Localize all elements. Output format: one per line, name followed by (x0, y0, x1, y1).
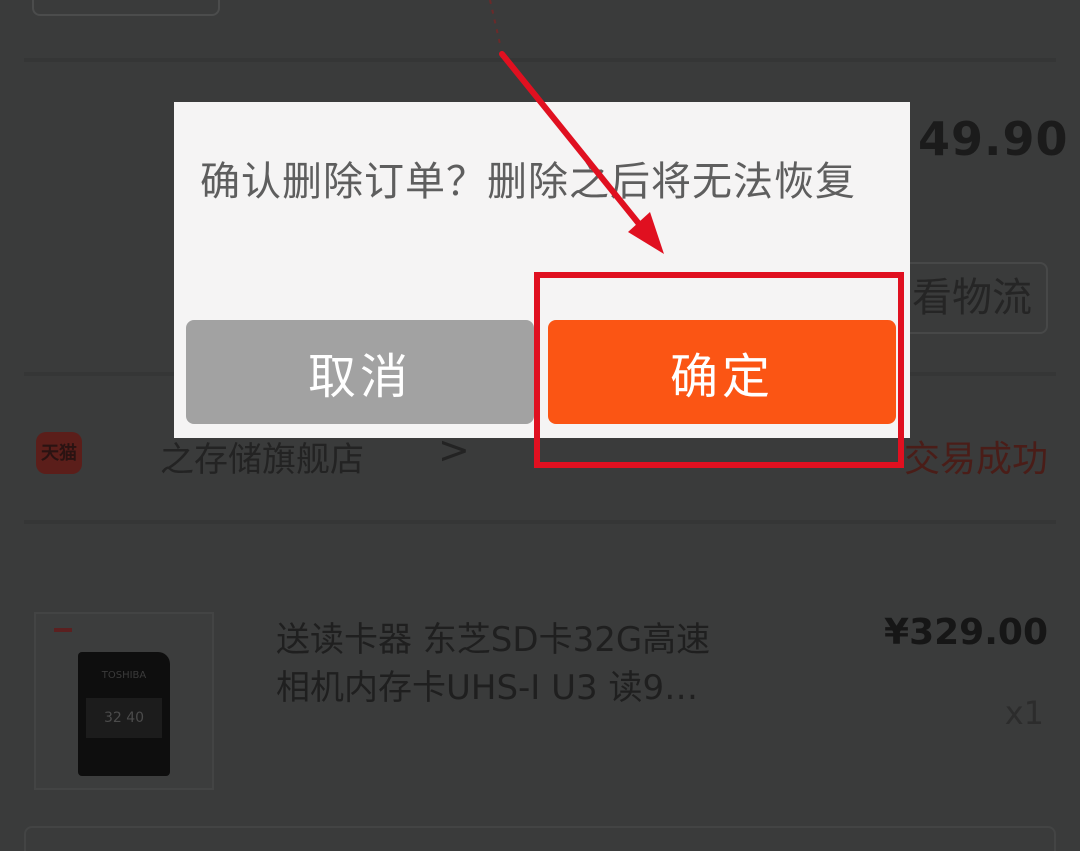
product-title-line-1: 送读卡器 东芝SD卡32G高速 (276, 620, 711, 660)
cancel-button[interactable]: 取消 (186, 320, 534, 424)
order-total-price: 49.90 (918, 112, 1069, 166)
arrow-trace (489, 0, 501, 45)
delete-order-dialog: 确认删除订单？删除之后将无法恢复 取消 确定 (174, 102, 910, 438)
confirm-button[interactable]: 确定 (548, 320, 896, 424)
previous-card-bottom (32, 0, 220, 16)
order-list-screen: 49.90 看物流 天猫 之存储旗舰店 > 交易成功 TOSHIBA 32 40… (0, 0, 1080, 851)
product-thumbnail[interactable]: TOSHIBA 32 40 (34, 612, 214, 790)
product-price: ¥329.00 (884, 612, 1048, 653)
thumbnail-brand-mark (54, 628, 72, 632)
product-quantity: x1 (1004, 694, 1044, 732)
sd-card-brand: TOSHIBA (101, 670, 147, 681)
divider (24, 520, 1056, 524)
store-name[interactable]: 之存储旗舰店 (160, 432, 364, 481)
tmall-store-icon: 天猫 (36, 432, 82, 474)
order-status: 交易成功 (903, 439, 1048, 480)
divider (24, 58, 1056, 62)
sd-card-capacity-label: 32 40 (86, 698, 162, 738)
sd-card-image: TOSHIBA 32 40 (78, 652, 170, 776)
product-title-line-2: 相机内存卡UHS-I U3 读9… (276, 668, 699, 708)
product-title[interactable]: 送读卡器 东芝SD卡32G高速 相机内存卡UHS-I U3 读9… (276, 616, 836, 712)
dialog-message: 确认删除订单？删除之后将无法恢复 (200, 159, 856, 205)
next-card-top (24, 826, 1056, 851)
